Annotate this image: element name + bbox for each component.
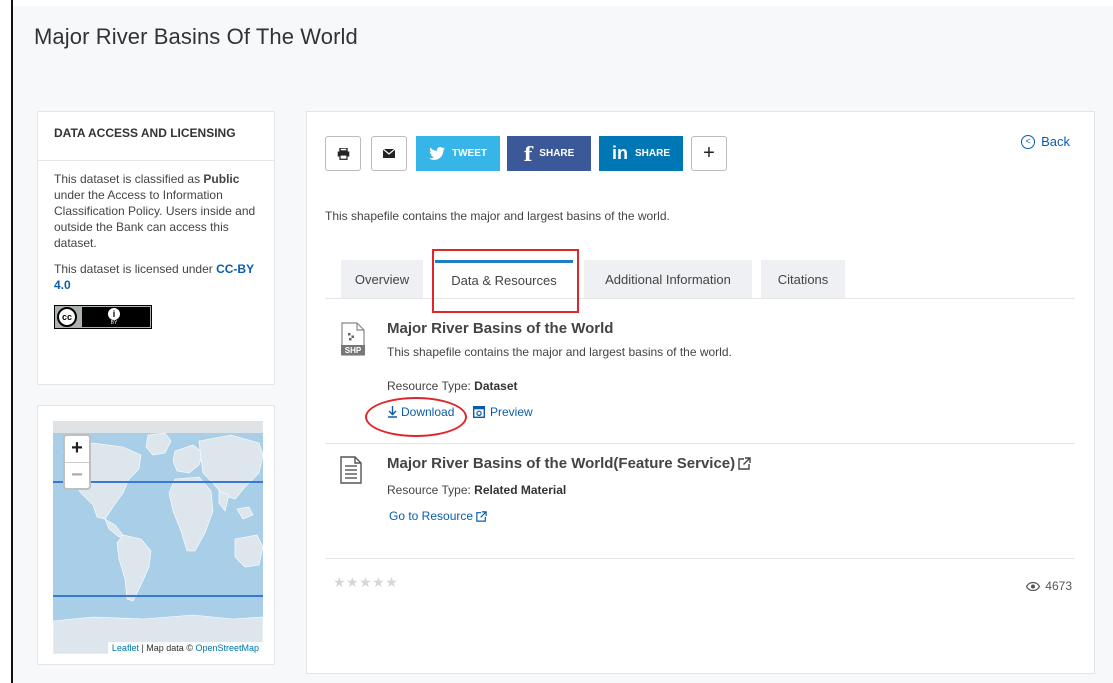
linkedin-icon: in <box>611 143 628 163</box>
resource-type: Resource Type: Dataset <box>387 379 518 393</box>
linkedin-share-button[interactable]: in SHARE <box>599 136 683 171</box>
world-map[interactable]: + − Leaflet | Map data © OpenStreetMap <box>53 421 263 654</box>
back-link[interactable]: < Back <box>1021 134 1070 149</box>
rating-stars-icon[interactable]: ★★★★★ <box>333 574 398 591</box>
document-icon <box>340 456 362 484</box>
facebook-share-button[interactable]: f SHARE <box>507 136 591 171</box>
openstreetmap-link[interactable]: OpenStreetMap <box>195 643 259 653</box>
creative-commons-icon: cc <box>57 307 77 327</box>
facebook-icon: f <box>523 141 533 166</box>
more-share-button[interactable]: + <box>691 136 727 171</box>
tab-additional-information[interactable]: Additional Information <box>584 260 752 298</box>
data-access-licensing-panel: DATA ACCESS AND LICENSING This dataset i… <box>37 111 275 385</box>
eye-icon <box>1026 581 1041 591</box>
classification-text: This dataset is classified as Public und… <box>54 172 256 250</box>
email-button[interactable] <box>371 136 407 171</box>
resource-description: This shapefile contains the major and la… <box>387 345 732 359</box>
cc-by-badge-icon[interactable]: cc i BY <box>54 305 152 329</box>
chevron-left-circle-icon: < <box>1021 134 1036 149</box>
page-title: Major River Basins Of The World <box>34 24 358 49</box>
footer-divider <box>325 558 1075 559</box>
back-label: Back <box>1041 134 1070 149</box>
resource-title[interactable]: Major River Basins of the World <box>387 320 613 337</box>
related-resource-title[interactable]: Major River Basins of the World(Feature … <box>387 455 751 472</box>
external-link-icon <box>738 457 751 470</box>
license-text: This dataset is licensed under CC-BY 4.0 <box>54 262 254 292</box>
main-content-panel: TWEET f SHARE in SHARE + < Back This sha… <box>306 111 1095 674</box>
zoom-in-button[interactable]: + <box>65 436 89 463</box>
leaflet-link[interactable]: Leaflet <box>112 643 139 653</box>
go-to-resource-label: Go to Resource <box>389 509 474 523</box>
map-zoom-control: + − <box>63 434 91 490</box>
top-strip <box>13 0 1113 6</box>
envelope-icon <box>383 149 395 158</box>
attribution-person-icon: i <box>107 307 121 321</box>
external-link-icon <box>476 510 487 522</box>
by-label: BY <box>110 320 118 326</box>
svg-text:SHP: SHP <box>345 346 362 355</box>
print-button[interactable] <box>325 136 361 171</box>
tweet-button[interactable]: TWEET <box>416 136 500 171</box>
related-resource-type: Resource Type: Related Material <box>387 483 567 497</box>
tweet-label: TWEET <box>452 148 487 159</box>
go-to-resource-link[interactable]: Go to Resource <box>389 509 487 523</box>
preview-label: Preview <box>490 405 533 419</box>
map-panel: + − Leaflet | Map data © OpenStreetMap <box>37 405 275 665</box>
view-count: 4673 <box>1026 579 1072 593</box>
dataset-description: This shapefile contains the major and la… <box>325 209 670 223</box>
preview-icon <box>473 406 485 418</box>
map-attribution: Leaflet | Map data © OpenStreetMap <box>107 642 263 654</box>
classification-value: Public <box>203 172 240 186</box>
map-boundary-line-south <box>53 595 263 597</box>
tab-overview[interactable]: Overview <box>341 260 423 298</box>
shp-file-icon: SHP <box>341 322 365 356</box>
linkedin-share-label: SHARE <box>634 148 670 159</box>
zoom-out-button[interactable]: − <box>65 463 89 489</box>
licensing-heading: DATA ACCESS AND LICENSING <box>38 112 274 161</box>
highlight-box-annotation <box>432 249 579 313</box>
print-icon <box>337 147 349 160</box>
preview-link[interactable]: Preview <box>473 405 533 419</box>
resource-divider <box>325 443 1075 444</box>
view-count-value: 4673 <box>1045 579 1072 593</box>
related-resource-type-value: Related Material <box>474 483 567 497</box>
resource-type-value: Dataset <box>474 379 518 393</box>
highlight-ellipse-annotation <box>365 397 467 437</box>
tab-citations[interactable]: Citations <box>761 260 845 298</box>
twitter-bird-icon <box>429 147 445 160</box>
facebook-share-label: SHARE <box>539 148 575 159</box>
